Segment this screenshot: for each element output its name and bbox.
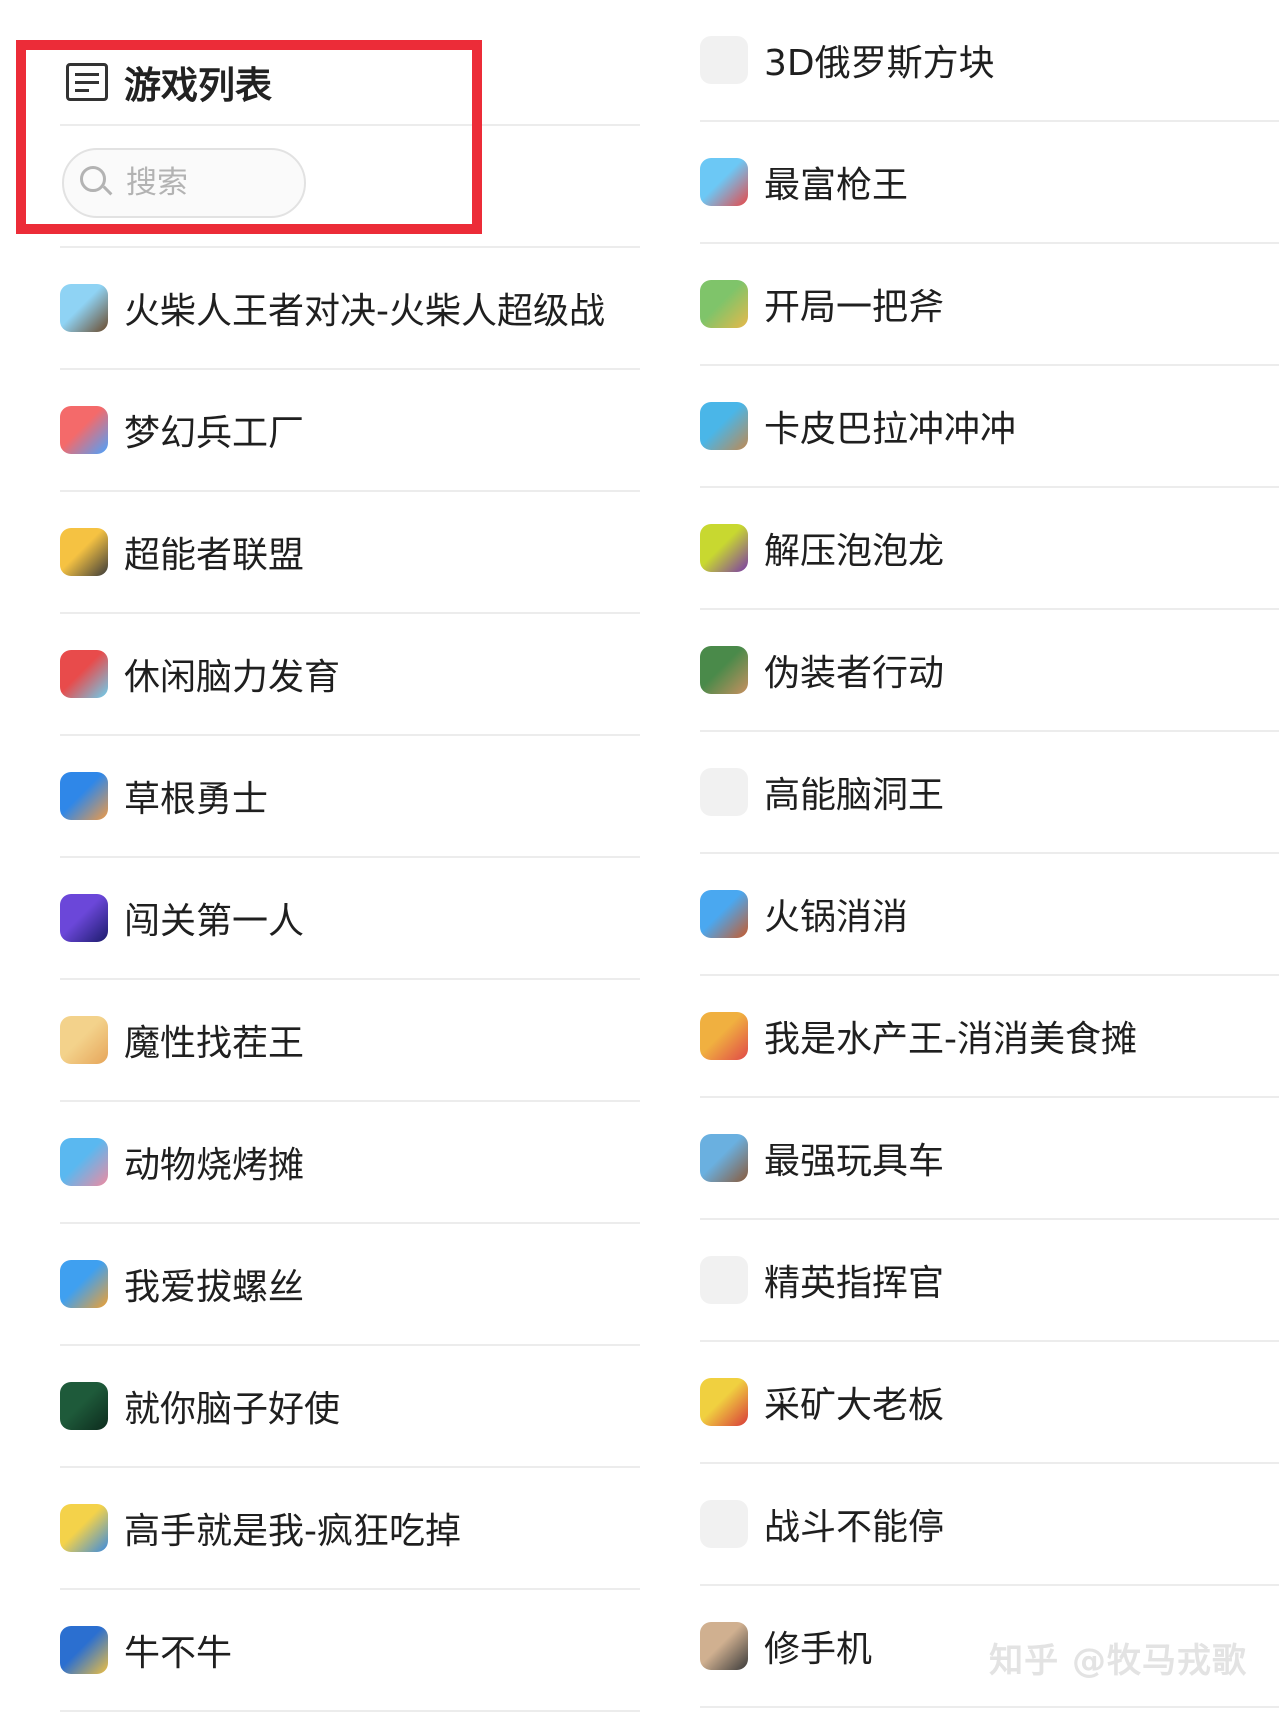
battle-game-icon bbox=[700, 1500, 748, 1548]
game-name: 最强玩具车 bbox=[764, 1141, 945, 1182]
game-list-item[interactable]: 3D俄罗斯方块 bbox=[700, 0, 1279, 122]
hotpot-game-icon bbox=[700, 890, 748, 938]
game-list-item[interactable]: 闯关第一人 bbox=[60, 858, 640, 980]
game-list-item[interactable]: 最强玩具车 bbox=[700, 1098, 1279, 1220]
commander-game-icon bbox=[700, 1256, 748, 1304]
game-list-item[interactable]: 我是水产王-消消美食摊 bbox=[700, 976, 1279, 1098]
game-list-item[interactable]: 草根勇士 bbox=[60, 736, 640, 858]
watermark: 知乎 @牧马戎歌 bbox=[989, 1641, 1247, 1681]
level-game-icon bbox=[60, 894, 108, 942]
game-list-item[interactable]: 高手就是我-疯狂吃掉 bbox=[60, 1468, 640, 1590]
game-list-item[interactable]: 魔性找茬王 bbox=[60, 980, 640, 1102]
game-list-item[interactable]: 开局一把斧 bbox=[700, 244, 1279, 366]
bubble-game-icon bbox=[700, 524, 748, 572]
game-list-item[interactable]: 伪装者行动 bbox=[700, 610, 1279, 732]
animal-bbq-game-icon bbox=[60, 1138, 108, 1186]
gun-king-game-icon bbox=[700, 158, 748, 206]
game-list-item[interactable]: 休闲脑力发育 bbox=[60, 614, 640, 736]
game-name: 魔性找茬王 bbox=[124, 1023, 305, 1064]
eat-game-icon bbox=[60, 1504, 108, 1552]
game-list-item[interactable]: 动物烧烤摊 bbox=[60, 1102, 640, 1224]
phone-repair-game-icon bbox=[700, 1622, 748, 1670]
game-name: 我是水产王-消消美食摊 bbox=[764, 1019, 1137, 1060]
search-row bbox=[60, 128, 640, 248]
game-name: 最富枪王 bbox=[764, 165, 909, 206]
game-list-item[interactable]: 最富枪王 bbox=[700, 122, 1279, 244]
warrior-game-icon bbox=[60, 772, 108, 820]
brain-hole-game-icon bbox=[700, 768, 748, 816]
superhero-game-icon bbox=[60, 528, 108, 576]
game-name: 就你脑子好使 bbox=[124, 1389, 341, 1430]
game-list-header: 游戏列表 bbox=[60, 40, 640, 126]
game-name: 草根勇士 bbox=[124, 779, 269, 820]
game-name: 卡皮巴拉冲冲冲 bbox=[764, 409, 1017, 450]
game-list-item[interactable]: 采矿大老板 bbox=[700, 1342, 1279, 1464]
list-icon bbox=[66, 63, 108, 101]
game-name: 梦幻兵工厂 bbox=[124, 413, 305, 454]
game-name: 战斗不能停 bbox=[764, 1507, 945, 1548]
screw-game-icon bbox=[60, 1260, 108, 1308]
game-name: 我爱拔螺丝 bbox=[124, 1267, 305, 1308]
page-title: 游戏列表 bbox=[124, 64, 272, 107]
game-name: 火柴人王者对决-火柴人超级战 bbox=[124, 291, 605, 332]
bull-game-icon bbox=[60, 1626, 108, 1674]
game-list-item[interactable]: 火柴人王者对决-火柴人超级战 bbox=[60, 248, 640, 370]
seafood-game-icon bbox=[700, 1012, 748, 1060]
game-name: 开局一把斧 bbox=[764, 287, 945, 328]
brain-game-icon bbox=[60, 650, 108, 698]
game-list-item[interactable]: 战斗不能停 bbox=[700, 1464, 1279, 1586]
disguise-game-icon bbox=[700, 646, 748, 694]
search-icon bbox=[80, 166, 114, 200]
game-name: 精英指挥官 bbox=[764, 1263, 945, 1304]
game-name: 3D俄罗斯方块 bbox=[764, 43, 995, 84]
capybara-game-icon bbox=[700, 402, 748, 450]
toy-car-game-icon bbox=[700, 1134, 748, 1182]
game-name: 修手机 bbox=[764, 1629, 873, 1670]
game-name: 闯关第一人 bbox=[124, 901, 305, 942]
game-name: 超能者联盟 bbox=[124, 535, 305, 576]
game-list-item[interactable]: 梦幻兵工厂 bbox=[60, 370, 640, 492]
game-name: 采矿大老板 bbox=[764, 1385, 945, 1426]
game-name: 动物烧烤摊 bbox=[124, 1145, 305, 1186]
game-list-item[interactable]: 高能脑洞王 bbox=[700, 732, 1279, 854]
spot-difference-game-icon bbox=[60, 1016, 108, 1064]
game-list-item[interactable]: 卡皮巴拉冲冲冲 bbox=[700, 366, 1279, 488]
game-name: 高能脑洞王 bbox=[764, 775, 945, 816]
game-name: 伪装者行动 bbox=[764, 653, 945, 694]
game-list-item[interactable]: 解压泡泡龙 bbox=[700, 488, 1279, 610]
search-input[interactable] bbox=[124, 164, 288, 202]
mining-game-icon bbox=[700, 1378, 748, 1426]
game-name: 休闲脑力发育 bbox=[124, 657, 341, 698]
axe-game-icon bbox=[700, 280, 748, 328]
stickman-game-icon bbox=[60, 284, 108, 332]
game-name: 高手就是我-疯狂吃掉 bbox=[124, 1511, 461, 1552]
game-name: 解压泡泡龙 bbox=[764, 531, 945, 572]
game-list-item[interactable]: 火锅消消 bbox=[700, 854, 1279, 976]
tetris-game-icon bbox=[700, 36, 748, 84]
game-list-item[interactable]: 牛不牛 bbox=[60, 1590, 640, 1712]
smart-brain-game-icon bbox=[60, 1382, 108, 1430]
game-name: 牛不牛 bbox=[124, 1633, 233, 1674]
arsenal-game-icon bbox=[60, 406, 108, 454]
search-box[interactable] bbox=[62, 148, 306, 218]
game-list-item[interactable]: 超能者联盟 bbox=[60, 492, 640, 614]
game-list-item[interactable]: 精英指挥官 bbox=[700, 1220, 1279, 1342]
game-list-item[interactable]: 就你脑子好使 bbox=[60, 1346, 640, 1468]
game-list-item[interactable]: 我爱拔螺丝 bbox=[60, 1224, 640, 1346]
game-name: 火锅消消 bbox=[764, 897, 909, 938]
